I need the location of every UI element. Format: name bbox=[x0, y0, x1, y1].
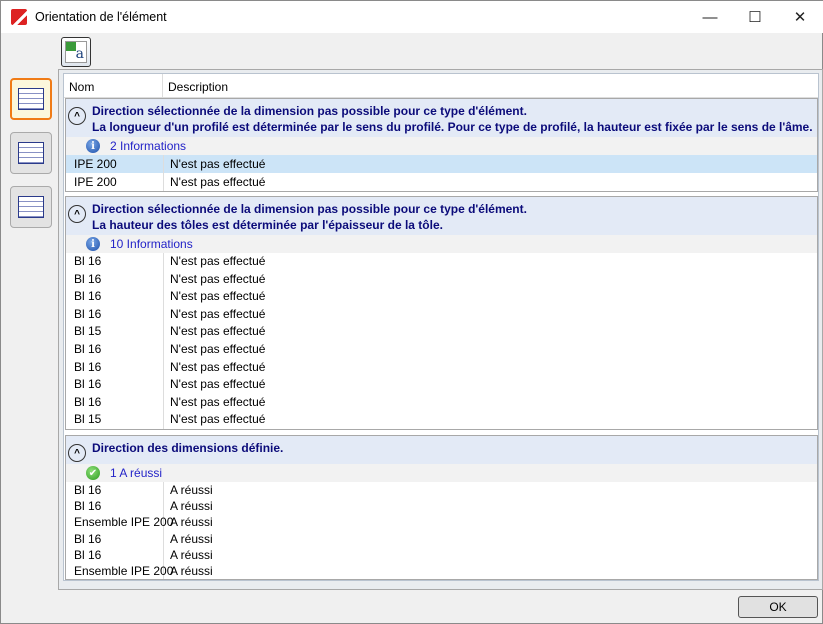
table-row[interactable]: Bl 16 N'est pas effectué bbox=[66, 288, 817, 306]
cell-name: Bl 15 bbox=[66, 323, 164, 341]
collapse-chevron-icon[interactable]: ^ bbox=[68, 107, 86, 125]
window-title: Orientation de l'élément bbox=[35, 10, 167, 24]
cell-name: Bl 16 bbox=[66, 376, 164, 394]
result-group: ^ Direction sélectionnée de la dimension … bbox=[65, 196, 818, 430]
success-check-icon: ✔ bbox=[86, 466, 100, 480]
cell-description: N'est pas effectué bbox=[170, 377, 266, 392]
list-view-colored-icon bbox=[18, 88, 44, 110]
cell-name: Bl 16 bbox=[66, 358, 164, 377]
excel-export-button[interactable]: a bbox=[61, 37, 91, 67]
table-row[interactable]: Bl 16 A réussi bbox=[66, 530, 817, 547]
excel-export-icon: a bbox=[65, 41, 87, 63]
group-header: ^ Direction sélectionnée de la dimension … bbox=[66, 99, 817, 137]
cell-name: IPE 200 bbox=[66, 173, 164, 191]
cell-description: A réussi bbox=[170, 499, 213, 514]
collapse-chevron-icon[interactable]: ^ bbox=[68, 205, 86, 223]
group-title-line: La longueur d'un profilé est déterminée … bbox=[92, 120, 813, 134]
cell-description: A réussi bbox=[170, 547, 213, 562]
table-row[interactable]: Bl 15 N'est pas effectué bbox=[66, 323, 817, 341]
info-icon: i bbox=[86, 139, 100, 153]
table-row[interactable]: IPE 200 N'est pas effectué bbox=[66, 173, 817, 191]
cell-name: Bl 16 bbox=[66, 498, 164, 515]
table-row[interactable]: Bl 16 N'est pas effectué bbox=[66, 340, 817, 359]
collapse-chevron-icon[interactable]: ^ bbox=[68, 444, 86, 462]
cell-name: Bl 16 bbox=[66, 482, 164, 499]
group-status: i 10 Informations bbox=[66, 235, 817, 253]
cell-description: A réussi bbox=[170, 563, 213, 578]
result-group: ^ Direction des dimensions définie. ✔ 1 A r… bbox=[65, 435, 818, 580]
results-list[interactable]: Nom Description ^ Direction sélectionnée … bbox=[63, 73, 819, 581]
group-status: ✔ 1 A réussi bbox=[66, 464, 817, 482]
column-header-name[interactable]: Nom bbox=[64, 74, 163, 97]
column-header-description[interactable]: Description bbox=[163, 74, 233, 97]
table-row[interactable]: IPE 200 N'est pas effectué bbox=[66, 155, 817, 173]
column-header: Nom Description bbox=[64, 74, 818, 98]
close-button[interactable]: ✕ bbox=[777, 1, 823, 33]
cell-name: IPE 200 bbox=[66, 155, 164, 173]
table-row[interactable]: Ensemble IPE 200 A réussi bbox=[66, 514, 817, 531]
group-title-line: Direction des dimensions définie. bbox=[92, 441, 284, 455]
table-row[interactable]: Bl 16 A réussi bbox=[66, 498, 817, 515]
cell-description: N'est pas effectué bbox=[170, 157, 266, 171]
table-row[interactable]: Bl 16 N'est pas effectué bbox=[66, 305, 817, 324]
cell-name: Bl 16 bbox=[66, 253, 164, 271]
title-bar: Orientation de l'élément — ☐ ✕ bbox=[1, 1, 823, 33]
info-icon: i bbox=[86, 237, 100, 251]
cell-description: N'est pas effectué bbox=[170, 306, 266, 321]
cell-name: Bl 16 bbox=[66, 288, 164, 306]
view-table-button[interactable] bbox=[10, 186, 52, 228]
group-title-line: Direction sélectionnée de la dimension p… bbox=[92, 202, 527, 216]
cell-description: A réussi bbox=[170, 515, 213, 530]
table-row[interactable]: Bl 16 N'est pas effectué bbox=[66, 376, 817, 394]
maximize-button[interactable]: ☐ bbox=[732, 1, 778, 33]
table-row[interactable]: Bl 16 A réussi bbox=[66, 546, 817, 563]
table-row[interactable]: Bl 16 A réussi bbox=[66, 482, 817, 499]
view-list-button[interactable] bbox=[10, 132, 52, 174]
status-label: 2 Informations bbox=[110, 139, 187, 153]
cell-description: N'est pas effectué bbox=[170, 341, 266, 356]
cell-description: N'est pas effectué bbox=[170, 289, 266, 304]
cell-name: Bl 15 bbox=[66, 411, 164, 429]
cell-description: N'est pas effectué bbox=[170, 324, 266, 339]
cell-name: Ensemble IPE 200 bbox=[66, 514, 173, 531]
table-row[interactable]: Bl 16 N'est pas effectué bbox=[66, 358, 817, 377]
table-row[interactable]: Bl 16 N'est pas effectué bbox=[66, 393, 817, 412]
status-label: 1 A réussi bbox=[110, 466, 163, 480]
table-row[interactable]: Bl 16 N'est pas effectué bbox=[66, 270, 817, 289]
status-label: 10 Informations bbox=[110, 237, 193, 251]
cell-description: N'est pas effectué bbox=[170, 359, 266, 374]
group-title-line: Direction sélectionnée de la dimension p… bbox=[92, 104, 527, 118]
group-status: i 2 Informations bbox=[66, 137, 817, 155]
table-row[interactable]: Ensemble IPE 200 A réussi bbox=[66, 562, 817, 580]
minimize-button[interactable]: — bbox=[687, 1, 733, 33]
table-row[interactable]: Bl 16 N'est pas effectué bbox=[66, 253, 817, 271]
group-header: ^ Direction sélectionnée de la dimension … bbox=[66, 197, 817, 235]
result-group: ^ Direction sélectionnée de la dimension … bbox=[65, 98, 818, 192]
results-panel: Nom Description ^ Direction sélectionnée … bbox=[58, 69, 823, 590]
cell-description: N'est pas effectué bbox=[170, 271, 266, 286]
table-view-icon bbox=[18, 196, 44, 218]
cell-name: Bl 16 bbox=[66, 340, 164, 359]
cell-name: Bl 16 bbox=[66, 270, 164, 289]
list-view-icon bbox=[18, 142, 44, 164]
cell-description: N'est pas effectué bbox=[170, 175, 266, 189]
cell-name: Bl 16 bbox=[66, 546, 164, 563]
view-list-colored-button[interactable] bbox=[10, 78, 52, 120]
ok-button[interactable]: OK bbox=[738, 596, 818, 618]
cell-description: N'est pas effectué bbox=[170, 412, 266, 427]
table-row[interactable]: Bl 15 N'est pas effectué bbox=[66, 411, 817, 429]
cell-description: N'est pas effectué bbox=[170, 394, 266, 409]
app-icon bbox=[11, 9, 27, 25]
cell-name: Bl 16 bbox=[66, 305, 164, 324]
group-header: ^ Direction des dimensions définie. bbox=[66, 436, 817, 464]
cell-description: N'est pas effectué bbox=[170, 254, 266, 268]
cell-name: Bl 16 bbox=[66, 530, 164, 547]
cell-name: Ensemble IPE 200 bbox=[66, 562, 173, 580]
cell-description: A réussi bbox=[170, 531, 213, 546]
cell-description: A réussi bbox=[170, 483, 213, 497]
cell-name: Bl 16 bbox=[66, 393, 164, 412]
group-title-line: La hauteur des tôles est déterminée par … bbox=[92, 218, 443, 232]
